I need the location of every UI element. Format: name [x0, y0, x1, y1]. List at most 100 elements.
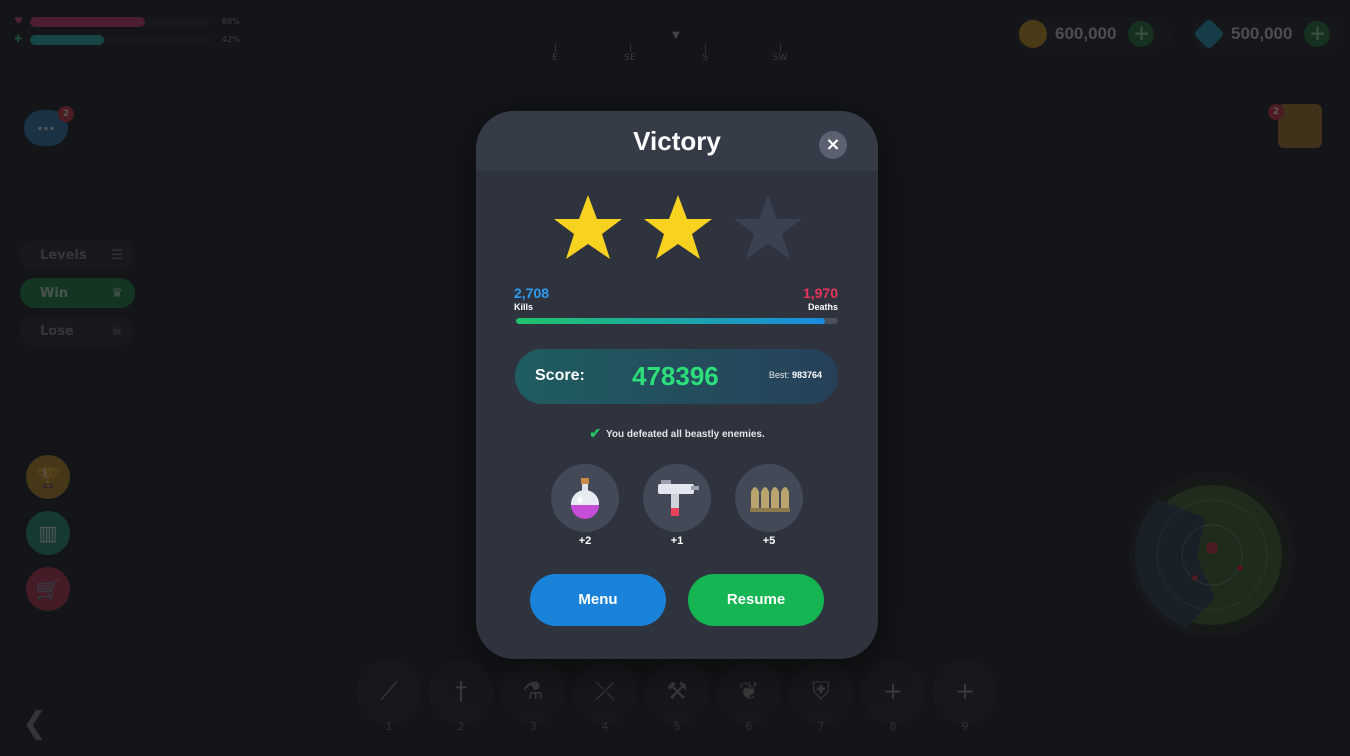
- dialog-title: Victory: [633, 126, 721, 156]
- shield-icon: ⛨: [812, 677, 830, 705]
- dialog-header: Victory ×: [476, 111, 878, 171]
- hotbar-slot-number: 4: [601, 720, 609, 733]
- score-label: Score:: [535, 367, 585, 384]
- gem-counter: 500,000 +: [1192, 17, 1344, 51]
- cart-button[interactable]: 🛒: [26, 567, 70, 611]
- hotbar-slot[interactable]: ⛨: [789, 660, 853, 724]
- hotbar-slot[interactable]: ❦: [717, 660, 781, 724]
- axe-icon: ⚒: [666, 677, 688, 705]
- close-button[interactable]: ×: [819, 131, 847, 159]
- objective-text: You defeated all beastly enemies.: [605, 429, 765, 440]
- lose-button[interactable]: Lose ☠: [20, 316, 135, 346]
- star-filled-icon: [552, 193, 624, 265]
- resume-button[interactable]: Resume: [688, 574, 824, 626]
- deaths-stat: 1,970 Deaths: [803, 285, 838, 312]
- reward-ammo: +5: [735, 464, 803, 547]
- hotbar-slot[interactable]: ⚗: [501, 660, 565, 724]
- trophy-icon: 🏆: [35, 465, 61, 489]
- kills-stat: 2,708 Kills: [514, 285, 549, 312]
- potion-icon: [551, 464, 619, 532]
- stats-button[interactable]: ▥: [26, 511, 70, 555]
- hotbar-slot[interactable]: †: [429, 660, 493, 724]
- reward-count: +1: [670, 535, 684, 547]
- hotbar-slot-number: 3: [529, 720, 537, 733]
- list-icon: ☰: [111, 247, 123, 263]
- cart-icon: 🛒: [35, 577, 61, 601]
- star-filled-icon: [642, 193, 714, 265]
- kd-progress-fill: [516, 318, 826, 324]
- map-badge: 2: [1268, 104, 1284, 120]
- dagger-icon: †: [455, 677, 467, 705]
- levels-button[interactable]: Levels ☰: [20, 240, 135, 270]
- energy-percent: 42%: [222, 35, 240, 44]
- best-value: 983764: [791, 370, 822, 380]
- add-coins-button[interactable]: +: [1128, 21, 1155, 47]
- plus-icon: +: [954, 677, 976, 705]
- hotbar-slot-number: 1: [385, 720, 393, 733]
- kd-progress-bar: [516, 318, 838, 324]
- uzi-icon: [643, 464, 711, 532]
- reward-uzi: +1: [643, 464, 711, 547]
- best-label: Best:: [768, 370, 790, 380]
- menu-button[interactable]: Menu: [530, 574, 666, 626]
- trophy-button[interactable]: 🏆: [26, 455, 70, 499]
- victory-dialog: Victory × 2,708 Kills 1,970 Deaths Score…: [476, 111, 878, 659]
- add-gems-button[interactable]: +: [1304, 21, 1331, 47]
- deaths-label: Deaths: [807, 302, 838, 312]
- star-rating: [476, 193, 878, 265]
- lose-label: Lose: [40, 323, 74, 339]
- star-empty-icon: [732, 193, 804, 265]
- compass-needle-icon: ▼: [672, 30, 680, 41]
- compass-label: S: [702, 53, 708, 63]
- chat-badge: 2: [58, 106, 74, 122]
- hotbar-slot[interactable]: ⚒: [645, 660, 709, 724]
- win-button[interactable]: Win ♛: [20, 278, 135, 308]
- hotbar-slot[interactable]: +: [933, 660, 997, 724]
- reward-count: +2: [578, 535, 592, 547]
- compass-label: SW: [772, 53, 788, 63]
- energy-track: [30, 34, 210, 45]
- energy-bar: ✚ 42%: [14, 34, 240, 45]
- hotbar-slot-number: 2: [457, 720, 465, 733]
- win-label: Win: [40, 285, 69, 301]
- checkmark-icon: ✔: [589, 425, 601, 441]
- compass-label: E: [552, 53, 558, 63]
- hotbar-slot-number: 7: [817, 720, 825, 733]
- reward-potion: +2: [551, 464, 619, 547]
- back-arrow-icon[interactable]: ❮: [22, 706, 47, 741]
- compass-tick: [780, 44, 781, 52]
- deaths-value: 1,970: [802, 285, 838, 301]
- hotbar-slot[interactable]: +: [861, 660, 925, 724]
- hotbar-slot[interactable]: ⟋: [357, 660, 421, 724]
- gem-amount: 500,000: [1231, 24, 1293, 43]
- minimap[interactable]: [1135, 478, 1289, 632]
- health-track: [30, 16, 210, 27]
- score-panel: Score: 478396 Best: 983764: [515, 349, 838, 404]
- chat-button[interactable]: ... 2: [24, 106, 74, 152]
- coin-amount: 600,000: [1055, 24, 1117, 43]
- gem-icon: [1193, 18, 1225, 50]
- plus-icon: +: [882, 677, 904, 705]
- skull-icon: ☠: [111, 323, 123, 339]
- compass-tick: [630, 44, 631, 52]
- crossbow-icon: ⤫: [595, 677, 615, 705]
- potion-icon: ⚗: [522, 677, 544, 705]
- hotbar-slot-number: 5: [673, 720, 681, 733]
- energy-fill: [30, 34, 104, 45]
- crown-icon: ♛: [111, 285, 123, 301]
- bolt-icon: ✚: [14, 34, 23, 45]
- map-book-icon[interactable]: 2: [1268, 104, 1322, 148]
- health-bar: ♥ 88%: [14, 16, 240, 27]
- health-fill: [30, 16, 146, 27]
- kills-value: 2,708: [514, 285, 550, 301]
- hotbar-slot[interactable]: ⤫: [573, 660, 637, 724]
- reward-count: +5: [762, 535, 776, 547]
- hotbar-slot-number: 9: [961, 720, 969, 733]
- hotbar-slot-number: 6: [745, 720, 753, 733]
- compass-tick: [705, 44, 706, 52]
- best-score: Best: 983764: [769, 370, 822, 380]
- score-value: 478396: [632, 361, 719, 391]
- rifle-icon: ⟋: [380, 677, 398, 705]
- kills-label: Kills: [514, 302, 534, 312]
- health-percent: 88%: [222, 17, 240, 26]
